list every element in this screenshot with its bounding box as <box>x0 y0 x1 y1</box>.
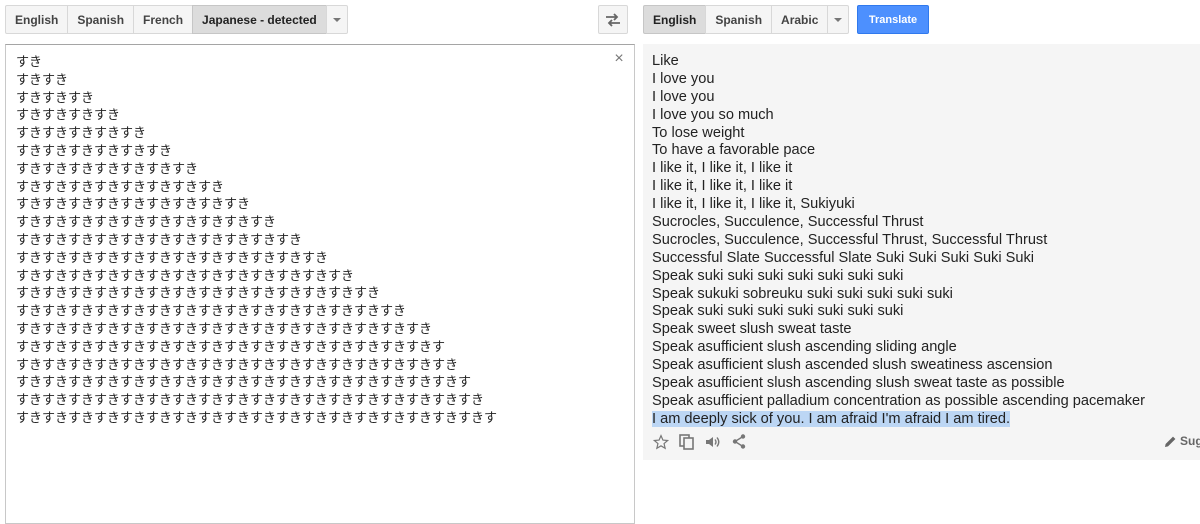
translation-result-panel: Like I love you I love you I love you so mu… <box>643 44 1200 460</box>
source-line: すきすきすきすきすきすきすき <box>16 161 199 177</box>
speaker-icon[interactable] <box>704 433 721 450</box>
suggest-edit-button[interactable]: Sug <box>1164 434 1200 448</box>
source-line: すきすきすきすきすきすきすきすきすきすきすきすきすきすき <box>16 286 381 302</box>
result-line: I love you <box>652 88 715 105</box>
result-line: Speak sukuki sobreuku suki suki suki suk… <box>652 285 953 302</box>
result-line: Sucrocles, Succulence, Successful Thrust… <box>652 231 1048 248</box>
source-line: すきすきすきすきすきすきすきすき <box>16 179 225 195</box>
source-line: すきすきすきすきすきすきすきすきすきすきすきすきすきすきすきすき <box>16 321 433 337</box>
suggest-label: Sug <box>1180 434 1200 448</box>
source-lang-english[interactable]: English <box>5 5 69 34</box>
source-line: すきすき <box>16 72 69 88</box>
highlighted-text: I am deeply sick of you. I am afraid I'm… <box>652 410 1011 427</box>
close-icon[interactable]: × <box>612 51 626 67</box>
source-line: すきすきすきすきすきすきすきすきすきすきすきすきすきすきすき <box>16 304 407 320</box>
source-line: すきすきすきすき <box>16 108 121 124</box>
result-line: To lose weight <box>652 124 745 141</box>
share-icon[interactable] <box>730 433 747 450</box>
result-line: I like it, I like it, I like it <box>652 160 793 177</box>
source-line: すきすきすきすきすきすきすきすきすきすきすきすき <box>16 250 329 266</box>
source-line: すき <box>16 55 43 70</box>
result-line: Speak suki suki suki suki suki suki suki <box>652 267 904 284</box>
result-line: Speak asufficient slush ascending slidin… <box>652 339 957 356</box>
target-lang-english[interactable]: English <box>643 5 707 34</box>
result-line: Speak sweet slush sweat taste <box>652 321 852 338</box>
highlighted-result-line: I am deeply sick of you. I am afraid I'm… <box>652 410 1145 429</box>
copy-icon[interactable] <box>678 433 695 450</box>
source-lang-more-button[interactable] <box>325 5 348 34</box>
source-line: すきすきすきすきすきすきすきすきすきすきすき <box>16 232 303 248</box>
pencil-icon <box>1165 436 1176 447</box>
source-line: すきすきすきすきすきすきすきすきすきすきすきすきすきすきすきすきすきすき <box>16 393 485 409</box>
result-line: I like it, I like it, I like it, Sukiyuk… <box>652 196 855 213</box>
result-line: I love you <box>652 70 715 87</box>
source-line: すきすきすきすきすきすきすきすきすきすきすきすきすきすきすきすきすきすきす <box>16 410 498 426</box>
target-lang-more-button[interactable] <box>827 5 850 34</box>
source-line: すきすきすきすきすきすきすきすきすきすきすきすきすき <box>16 268 355 284</box>
result-line: I love you so much <box>652 106 774 123</box>
result-line: Speak suki suki suki suki suki suki suki <box>652 303 904 320</box>
result-line: I like it, I like it, I like it <box>652 178 793 195</box>
source-line: すきすきすき <box>16 90 95 106</box>
translate-button[interactable]: Translate <box>857 5 929 34</box>
result-line: Like <box>652 53 679 69</box>
swap-icon <box>606 12 620 27</box>
source-lang-french[interactable]: French <box>133 5 194 34</box>
swap-languages-button[interactable] <box>598 5 628 34</box>
source-line: すきすきすきすきすきすきすきすきすき <box>16 197 251 213</box>
source-text-area[interactable]: すき すきすき すきすきすき すきすきすきすき すきすきすきすきすき すきすきすきすきすき… <box>5 44 635 524</box>
source-lang-detected[interactable]: Japanese - detected <box>192 5 327 34</box>
source-line: すきすきすきすきすきすき <box>16 143 173 159</box>
chevron-down-icon <box>332 17 341 22</box>
source-language-bar: English Spanish French Japanese - detect… <box>5 5 348 34</box>
chevron-down-icon <box>834 17 843 22</box>
target-language-bar: English Spanish Arabic <box>643 5 850 34</box>
source-line: すきすきすきすきすきすきすきすきすきすきすきすきすきすきすきすきすき <box>16 357 459 373</box>
source-line: すきすきすきすきすきすきすきすきすきすきすきすきすきすきすきすきすきす <box>16 375 472 391</box>
source-text[interactable]: すき すきすき すきすきすき すきすきすきすき すきすきすきすきすき すきすきすきすきすき… <box>16 54 497 428</box>
result-toolbar <box>652 433 747 450</box>
source-line: すきすきすきすきすきすきすきすきすきすき <box>16 215 277 231</box>
source-lang-spanish[interactable]: Spanish <box>67 5 135 34</box>
source-line: すきすきすきすきすきすきすきすきすきすきすきすきすきすきすきすきす <box>16 339 446 355</box>
result-line: To have a favorable pace <box>652 142 816 159</box>
star-icon[interactable] <box>652 433 669 450</box>
result-line: Speak asufficient slush ascending slush … <box>652 375 1065 392</box>
source-line: すきすきすきすきすき <box>16 126 147 142</box>
target-lang-arabic[interactable]: Arabic <box>771 5 829 34</box>
result-line: Successful Slate Successful Slate Suki S… <box>652 249 1035 266</box>
result-line: Speak asufficient slush ascended slush s… <box>652 357 1053 374</box>
target-lang-spanish[interactable]: Spanish <box>705 5 773 34</box>
translation-text: Like I love you I love you I love you so mu… <box>652 53 1145 429</box>
result-line: Speak asufficient palladium concentratio… <box>652 392 1145 409</box>
result-line: Sucrocles, Succulence, Successful Thrust <box>652 214 924 231</box>
